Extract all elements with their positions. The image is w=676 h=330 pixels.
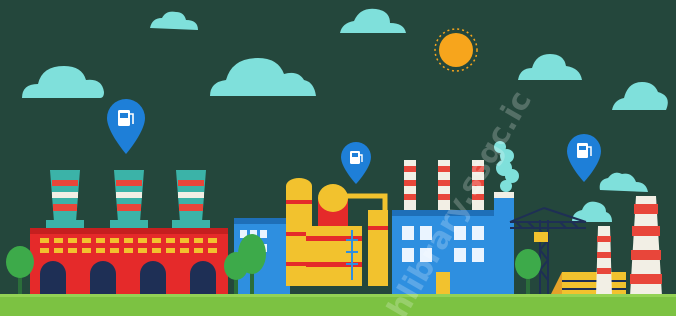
ground — [0, 296, 676, 316]
chimney — [472, 160, 484, 212]
chimney — [630, 196, 662, 296]
chimney — [438, 160, 450, 212]
industrial-scene — [0, 0, 676, 316]
red-factory — [30, 170, 228, 296]
chimney — [404, 160, 416, 212]
chimney — [596, 226, 612, 296]
crane-cabin — [534, 232, 548, 242]
truck-icon — [550, 272, 626, 296]
refinery — [286, 178, 388, 286]
